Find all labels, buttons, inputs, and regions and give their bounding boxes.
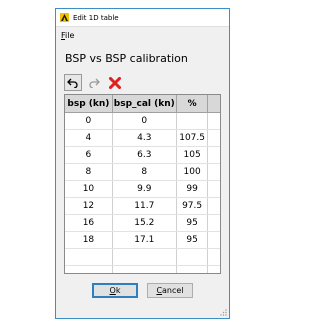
resize-grip-icon[interactable] xyxy=(219,308,227,316)
cell-bsp[interactable]: 6 xyxy=(65,146,113,164)
title-bar: Edit 1D table xyxy=(56,9,229,27)
cell-filler xyxy=(207,129,220,147)
cell-bsp-cal[interactable]: 11.7 xyxy=(112,197,177,215)
empty-cell xyxy=(207,265,220,273)
data-grid[interactable]: bsp (kn) bsp_cal (kn) % 0 0 4 4.3 107.5 6 6.3 1… xyxy=(64,94,221,274)
cell-bsp-cal[interactable]: 9.9 xyxy=(112,180,177,198)
table-row[interactable]: 4 4.3 107.5 xyxy=(65,129,220,147)
delete-icon xyxy=(109,76,121,89)
cell-bsp[interactable]: 12 xyxy=(65,197,113,215)
empty-row[interactable] xyxy=(65,248,220,266)
delete-button[interactable] xyxy=(106,74,124,91)
cell-percent[interactable]: 97.5 xyxy=(176,197,209,215)
cell-bsp[interactable]: 0 xyxy=(65,112,113,130)
table-row[interactable]: 16 15.2 95 xyxy=(65,214,220,232)
table-row[interactable]: 18 17.1 95 xyxy=(65,231,220,249)
cell-percent[interactable] xyxy=(176,112,209,130)
cell-filler xyxy=(207,231,220,249)
cell-percent[interactable]: 105 xyxy=(176,146,209,164)
cell-bsp[interactable]: 10 xyxy=(65,180,113,198)
menu-file-label: ile xyxy=(65,30,75,40)
cell-bsp-cal[interactable]: 6.3 xyxy=(112,146,177,164)
cell-filler xyxy=(207,146,220,164)
empty-cell[interactable] xyxy=(112,265,177,273)
empty-cell[interactable] xyxy=(65,248,113,266)
redo-icon xyxy=(89,78,100,88)
menu-file[interactable]: File xyxy=(61,31,74,40)
cancel-button[interactable]: Cancel xyxy=(147,283,193,298)
empty-row[interactable] xyxy=(65,265,220,273)
cell-percent[interactable]: 107.5 xyxy=(176,129,209,147)
cancel-label: ancel xyxy=(162,286,184,295)
window-title: Edit 1D table xyxy=(73,13,119,22)
header-row: bsp (kn) bsp_cal (kn) % xyxy=(65,95,220,113)
undo-icon xyxy=(67,78,78,88)
cell-filler xyxy=(207,214,220,232)
column-header-bsp-cal[interactable]: bsp_cal (kn) xyxy=(112,95,177,113)
cell-bsp[interactable]: 4 xyxy=(65,129,113,147)
cell-filler xyxy=(207,180,220,198)
dialog-buttons: Ok Cancel xyxy=(56,283,229,298)
undo-button[interactable] xyxy=(64,74,82,91)
app-icon xyxy=(60,13,69,22)
empty-cell xyxy=(207,248,220,266)
cell-bsp-cal[interactable]: 4.3 xyxy=(112,129,177,147)
table-row[interactable]: 6 6.3 105 xyxy=(65,146,220,164)
ok-button[interactable]: Ok xyxy=(92,283,138,298)
cell-filler xyxy=(207,112,220,130)
table-row[interactable]: 12 11.7 97.5 xyxy=(65,197,220,215)
cell-percent[interactable]: 100 xyxy=(176,163,209,181)
cell-filler xyxy=(207,163,220,181)
menu-bar: File xyxy=(56,27,229,43)
cell-percent[interactable]: 95 xyxy=(176,214,209,232)
table-row[interactable]: 00 xyxy=(65,112,220,130)
cell-bsp-cal[interactable]: 15.2 xyxy=(112,214,177,232)
edit-table-window: Edit 1D table File BSP vs BSP calibratio… xyxy=(55,8,230,319)
column-header-bsp[interactable]: bsp (kn) xyxy=(65,95,113,113)
empty-cell[interactable] xyxy=(65,265,113,273)
toolbar xyxy=(64,74,229,92)
redo-button[interactable] xyxy=(85,74,103,91)
column-header-percent[interactable]: % xyxy=(176,95,209,113)
cell-percent[interactable]: 99 xyxy=(176,180,209,198)
cell-bsp-cal[interactable]: 0 xyxy=(112,112,177,130)
cell-percent[interactable]: 95 xyxy=(176,231,209,249)
cell-bsp-cal[interactable]: 8 xyxy=(112,163,177,181)
ok-label: k xyxy=(115,286,121,295)
cell-filler xyxy=(207,197,220,215)
cell-bsp[interactable]: 8 xyxy=(65,163,113,181)
cell-bsp[interactable]: 18 xyxy=(65,231,113,249)
empty-cell[interactable] xyxy=(176,265,209,273)
column-header-filler xyxy=(207,95,220,113)
cell-bsp-cal[interactable]: 17.1 xyxy=(112,231,177,249)
table-row[interactable]: 8 8 100 xyxy=(65,163,220,181)
calibration-table: bsp (kn) bsp_cal (kn) % 0 0 4 4.3 107.5 6 6.3 1… xyxy=(65,95,220,273)
table-heading: BSP vs BSP calibration xyxy=(65,52,188,65)
empty-cell[interactable] xyxy=(112,248,177,266)
table-row[interactable]: 10 9.9 99 xyxy=(65,180,220,198)
cell-bsp[interactable]: 16 xyxy=(65,214,113,232)
table-body: 0 0 4 4.3 107.5 6 6.3 105 8 8 100 10 9.9 99 12 11.7 97.5… xyxy=(65,112,220,273)
empty-cell[interactable] xyxy=(176,248,209,266)
